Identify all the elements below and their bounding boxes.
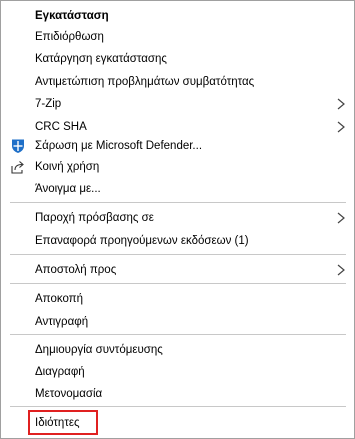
- menu-item-label: Κατάργηση εγκατάστασης: [35, 53, 167, 65]
- menu-separator: [10, 334, 346, 335]
- chevron-right-icon: [337, 121, 345, 133]
- menu-item-rename[interactable]: Μετονομασία: [1, 384, 354, 404]
- menu-separator: [10, 202, 346, 203]
- menu-item-7zip[interactable]: 7-Zip: [1, 94, 354, 114]
- share-icon: [11, 161, 24, 174]
- menu-item-defender-scan[interactable]: Σάρωση με Microsoft Defender...: [1, 136, 354, 156]
- menu-item-send-to[interactable]: Αποστολή προς: [1, 260, 354, 280]
- chevron-right-icon: [337, 98, 345, 110]
- menu-item-restore-previous-versions[interactable]: Επαναφορά προηγούμενων εκδόσεων (1): [1, 231, 354, 251]
- menu-item-label: Αποστολή προς: [35, 264, 117, 276]
- menu-item-label: Δημιουργία συντόμευσης: [35, 344, 163, 356]
- menu-item-crc-sha[interactable]: CRC SHA: [1, 117, 354, 137]
- chevron-right-icon: [337, 212, 345, 224]
- menu-item-label: CRC SHA: [35, 121, 87, 133]
- highlight-box: [28, 410, 98, 435]
- menu-separator: [10, 254, 346, 255]
- menu-item-label: Σάρωση με Microsoft Defender...: [35, 140, 203, 152]
- menu-item-label: Κοινή χρήση: [35, 161, 100, 173]
- menu-item-label: Αντιγραφή: [35, 316, 89, 328]
- menu-separator: [10, 406, 346, 407]
- menu-item-repair[interactable]: Επιδιόρθωση: [1, 27, 354, 47]
- chevron-right-icon: [337, 264, 345, 276]
- menu-item-open-with[interactable]: Άνοιγμα με...: [1, 179, 354, 199]
- menu-item-label: Μετονομασία: [35, 388, 103, 400]
- menu-item-delete[interactable]: Διαγραφή: [1, 362, 354, 382]
- menu-item-label: Επιδιόρθωση: [35, 31, 104, 43]
- menu-item-label: Επαναφορά προηγούμενων εκδόσεων (1): [35, 235, 249, 247]
- menu-item-label: Εγκατάσταση: [35, 10, 109, 22]
- context-menu: Εγκατάσταση Επιδιόρθωση Κατάργηση εγκατά…: [0, 0, 355, 439]
- microsoft-defender-shield-icon: [12, 139, 24, 153]
- menu-item-label: Αντιμετώπιση προβλημάτων συμβατότητας: [35, 76, 255, 88]
- menu-item-uninstall[interactable]: Κατάργηση εγκατάστασης: [1, 49, 354, 69]
- menu-item-cut[interactable]: Αποκοπή: [1, 289, 354, 309]
- menu-item-create-shortcut[interactable]: Δημιουργία συντόμευσης: [1, 340, 354, 360]
- menu-separator: [10, 283, 346, 284]
- menu-item-label: 7-Zip: [35, 98, 62, 110]
- menu-item-label: Παροχή πρόσβασης σε: [35, 212, 154, 224]
- menu-item-troubleshoot-compatibility[interactable]: Αντιμετώπιση προβλημάτων συμβατότητας: [1, 72, 354, 92]
- menu-item-label: Άνοιγμα με...: [35, 183, 101, 195]
- menu-item-copy[interactable]: Αντιγραφή: [1, 312, 354, 332]
- menu-item-label: Αποκοπή: [35, 293, 84, 305]
- menu-item-share[interactable]: Κοινή χρήση: [1, 157, 354, 177]
- menu-item-install[interactable]: Εγκατάσταση: [1, 6, 354, 26]
- menu-item-give-access[interactable]: Παροχή πρόσβασης σε: [1, 208, 354, 228]
- menu-item-label: Διαγραφή: [35, 366, 85, 378]
